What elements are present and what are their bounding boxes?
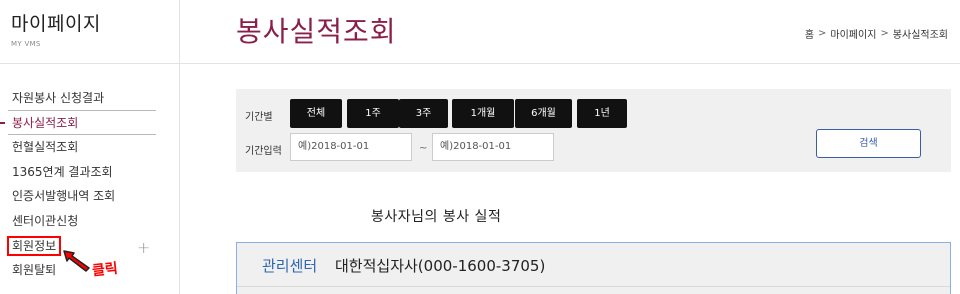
divider — [180, 63, 960, 64]
tilde: ~ — [419, 143, 428, 154]
sidebar-subtitle: MY VMS — [11, 40, 41, 48]
sidebar-item-label: 자원봉사 신청결과 — [12, 91, 105, 105]
sidebar-title: 마이페이지 — [11, 13, 101, 35]
sidebar-item-label: 센터이관신청 — [12, 213, 79, 228]
period-all-button[interactable]: 전체 — [290, 99, 342, 128]
sidebar-item-label: 1365연계 결과조회 — [12, 164, 113, 179]
chevron-right-icon: > — [880, 28, 889, 39]
center-info-box: 관리센터 대한적십자사(000-1600-3705) — [236, 242, 951, 294]
center-label: 관리센터 — [262, 257, 318, 275]
plus-icon[interactable]: + — [137, 236, 150, 260]
sidebar-item-volunteer-record[interactable]: 봉사실적조회 — [0, 111, 180, 136]
sidebar-item-1365-linked[interactable]: 1365연계 결과조회 — [0, 160, 180, 185]
breadcrumb-mypage[interactable]: 마이페이지 — [830, 26, 876, 41]
result-heading: 봉사자님의 봉사 실적 — [371, 209, 502, 225]
chevron-right-icon: > — [818, 28, 827, 39]
center-value: 대한적십자사(000-1600-3705) — [335, 257, 546, 275]
search-button[interactable]: 검색 — [816, 129, 921, 158]
period-1year-button[interactable]: 1년 — [577, 99, 627, 128]
sidebar-item-label: 인증서발행내역 조회 — [12, 189, 116, 204]
breadcrumb-current: 봉사실적조회 — [892, 30, 948, 41]
sidebar-item-application-result[interactable]: 자원봉사 신청결과 — [0, 86, 180, 111]
end-date-input[interactable]: 예)2018-01-01 — [432, 133, 554, 161]
page: 마이페이지 MY VMS 자원봉사 신청결과 봉사실적조회 헌혈실적조회 136… — [0, 0, 960, 294]
period-3week-button[interactable]: 3주 — [399, 99, 448, 128]
active-marker — [0, 122, 5, 124]
sidebar-item-label: 헌혈실적조회 — [12, 140, 79, 155]
annotation-text: 클릭 — [91, 260, 119, 280]
breadcrumb: 홈 > 마이페이지 > 봉사실적조회 — [805, 26, 948, 41]
center-row: 관리센터 대한적십자사(000-1600-3705) — [237, 243, 950, 287]
sidebar-item-center-transfer[interactable]: 센터이관신청 — [0, 209, 180, 234]
period-1week-button[interactable]: 1주 — [347, 99, 399, 128]
start-date-input[interactable]: 예)2018-01-01 — [290, 133, 412, 161]
filter-panel: 기간별 전체 1주 3주 1개월 6개월 1년 기간입력 예)2018-01-0… — [236, 89, 951, 172]
highlight-box: 회원정보 — [7, 235, 62, 256]
sidebar-item-blood-donation[interactable]: 헌혈실적조회 — [0, 135, 180, 160]
sidebar-item-label: 봉사실적조회 — [12, 115, 79, 130]
date-range-label: 기간입력 — [245, 146, 282, 157]
breadcrumb-home[interactable]: 홈 — [805, 26, 814, 41]
sidebar-header: 마이페이지 MY VMS — [0, 0, 179, 64]
period-6month-button[interactable]: 6개월 — [515, 99, 572, 128]
period-1month-button[interactable]: 1개월 — [452, 99, 514, 128]
sidebar-item-label: 회원정보 — [12, 238, 57, 253]
sidebar-item-label: 회원탈퇴 — [12, 263, 57, 278]
page-title: 봉사실적조회 — [236, 15, 397, 48]
annotation-arrow-icon — [63, 250, 90, 272]
period-label: 기간별 — [245, 112, 273, 123]
sidebar-item-certificate-history[interactable]: 인증서발행내역 조회 — [0, 184, 180, 209]
